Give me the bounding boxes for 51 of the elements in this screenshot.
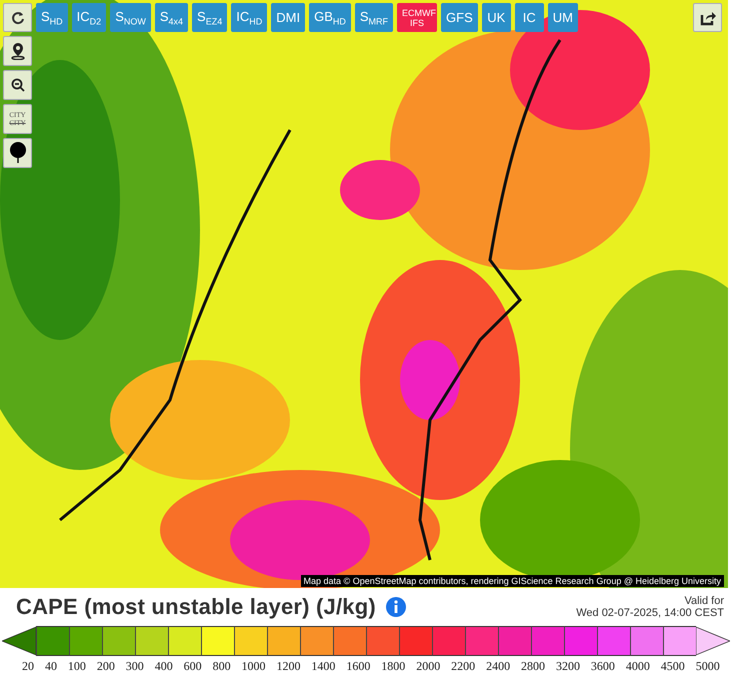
zoom-out-icon bbox=[10, 78, 24, 92]
scale-label: 300 bbox=[126, 659, 144, 674]
share-button[interactable] bbox=[693, 3, 722, 32]
info-icon[interactable] bbox=[386, 597, 406, 617]
share-icon bbox=[698, 10, 716, 26]
scale-label: 2400 bbox=[486, 659, 510, 674]
model-tab[interactable]: IC bbox=[514, 3, 544, 32]
zoom-out-button[interactable] bbox=[3, 70, 32, 100]
map-pin-icon bbox=[10, 42, 26, 60]
model-tab[interactable]: DMI bbox=[271, 3, 306, 32]
scale-label: 600 bbox=[184, 659, 202, 674]
scale-label: 200 bbox=[96, 659, 115, 674]
scale-label: 2800 bbox=[521, 659, 545, 674]
reload-button[interactable] bbox=[3, 3, 32, 32]
model-tab[interactable]: IC$_{HD}$ bbox=[231, 3, 268, 32]
model-tab[interactable]: IC$_{D2}$ bbox=[72, 3, 106, 32]
reload-icon bbox=[10, 10, 24, 24]
balloon-button[interactable] bbox=[3, 138, 32, 168]
model-tab[interactable]: ECMWF IFS bbox=[397, 3, 438, 32]
model-tab[interactable]: S$_{HD}$ bbox=[36, 3, 68, 32]
balloon-icon bbox=[8, 142, 26, 164]
scale-label: 1000 bbox=[242, 659, 266, 674]
chart-title: CAPE (most unstable layer) (J/kg) bbox=[16, 594, 376, 620]
model-tab[interactable]: S$_{NOW}$ bbox=[110, 3, 151, 32]
scale-label: 400 bbox=[154, 659, 173, 674]
scale-label: 40 bbox=[44, 659, 57, 674]
scale-label: 800 bbox=[212, 659, 231, 674]
scale-label: 3600 bbox=[590, 659, 615, 674]
map-attribution: Map data © OpenStreetMap contributors, rendering GIScience Research Group @ Heidelberg University bbox=[300, 575, 724, 587]
scale-label: 1400 bbox=[311, 659, 336, 674]
model-tab[interactable]: S$_{4x4}$ bbox=[154, 3, 188, 32]
location-button[interactable] bbox=[3, 36, 32, 66]
valid-label: Valid for bbox=[684, 595, 724, 607]
model-tab[interactable]: S$_{MRF}$ bbox=[354, 3, 394, 32]
model-tab[interactable]: GB$_{HD}$ bbox=[309, 3, 351, 32]
scale-label: 5000 bbox=[696, 659, 720, 674]
valid-time: Wed 02-07-2025, 14:00 CEST bbox=[576, 607, 724, 619]
scale-label: 100 bbox=[68, 659, 86, 674]
model-tab[interactable]: UK bbox=[482, 3, 511, 32]
scale-label: 1800 bbox=[381, 659, 406, 674]
scale-label: 1600 bbox=[346, 659, 370, 674]
scale-label: 1200 bbox=[276, 659, 300, 674]
model-tab[interactable]: S$_{EZ4}$ bbox=[192, 3, 228, 32]
model-tab[interactable]: UM bbox=[548, 3, 578, 32]
scale-label: 4500 bbox=[660, 659, 685, 674]
scale-label: 2000 bbox=[416, 659, 440, 674]
scale-label: 2200 bbox=[451, 659, 476, 674]
scale-label: 20 bbox=[22, 659, 34, 674]
model-tab[interactable]: GFS bbox=[441, 3, 478, 32]
scale-label: 4000 bbox=[626, 659, 650, 674]
scale-label: 3200 bbox=[556, 659, 580, 674]
